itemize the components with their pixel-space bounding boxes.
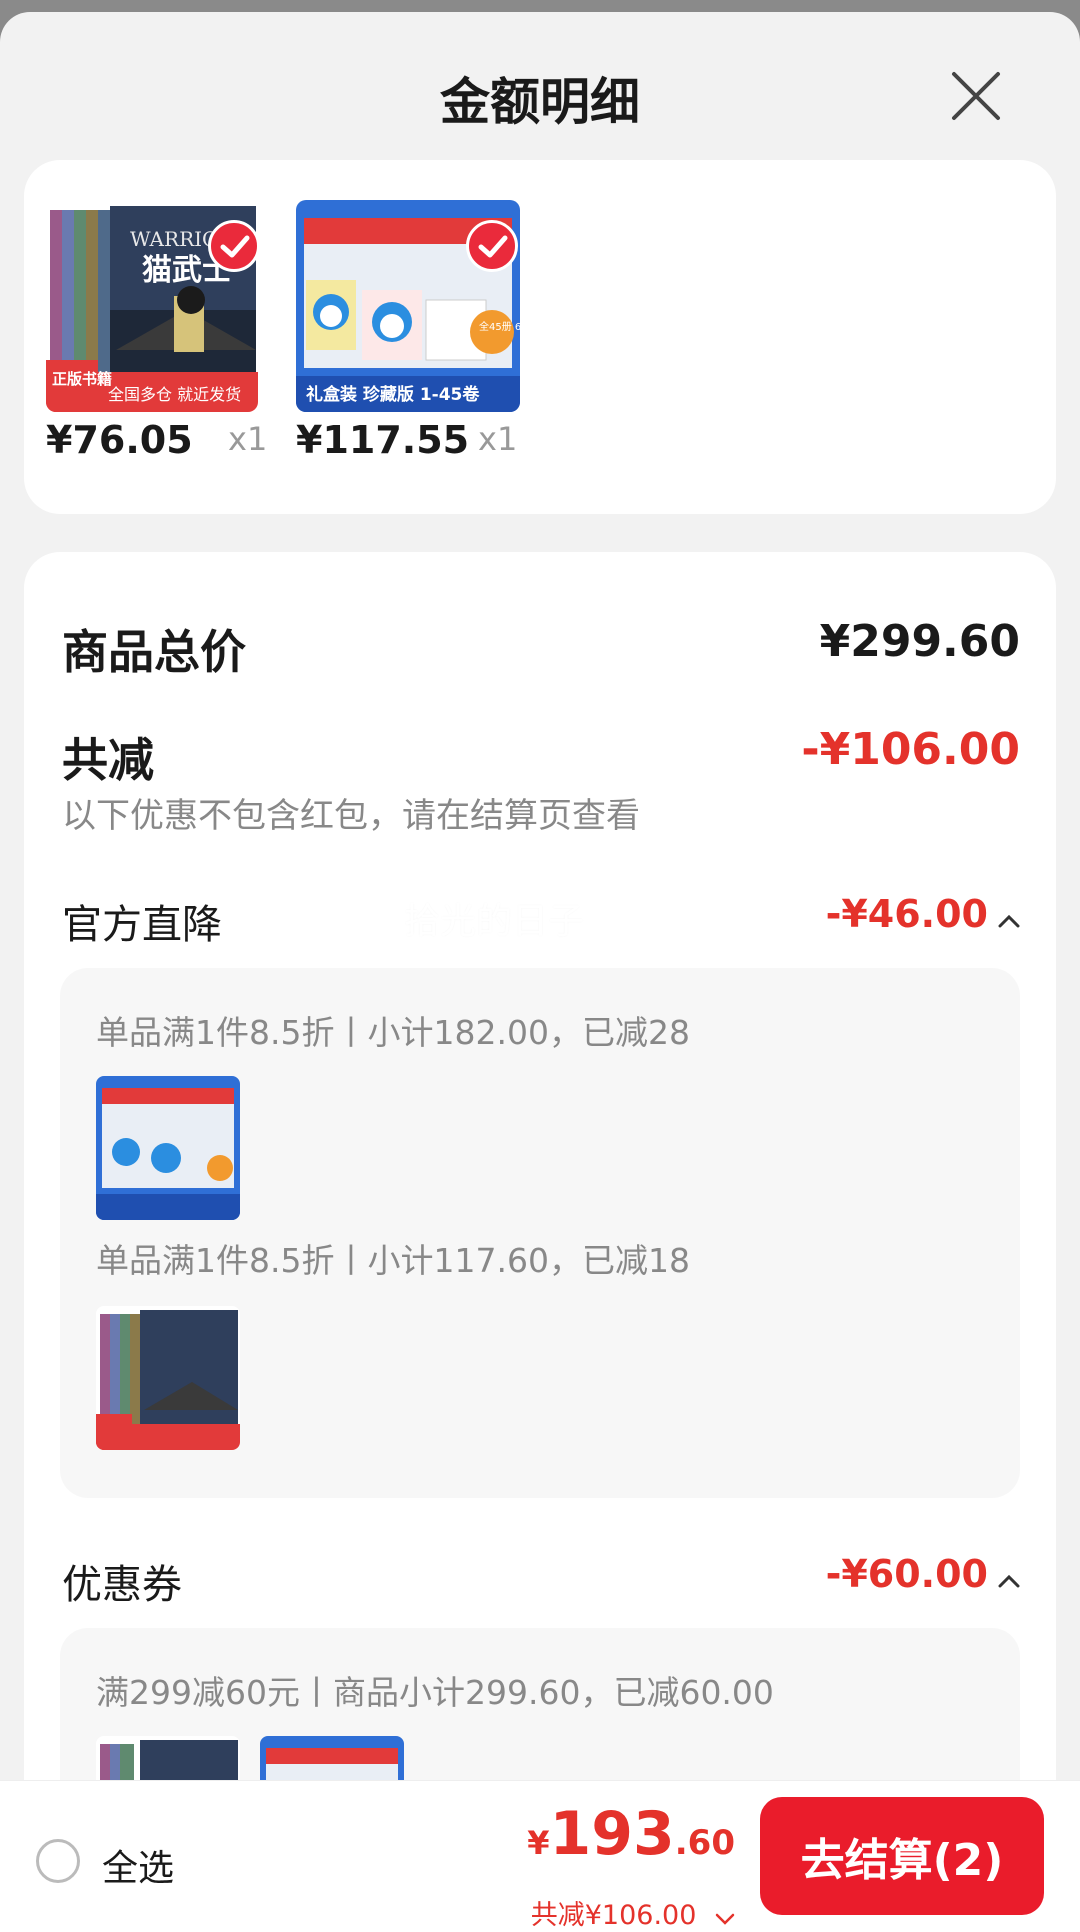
svg-text:全45册 64开本: 全45册 64开本 (479, 320, 520, 333)
official-discount-toggle[interactable]: -¥46.00 (826, 892, 1020, 936)
saved-amount: 共减¥106.00 (530, 1900, 697, 1931)
watermark-text: 拾光的日子 (404, 901, 585, 942)
promo-product-image-doraemon (96, 1076, 240, 1220)
select-all-label[interactable]: 全选 (102, 1839, 174, 1891)
selected-products-card: WARRIORS 猫武士 正版书籍 全国多仓 就近发货 ¥76.05 x1 全4… (24, 160, 1056, 514)
select-all-radio[interactable] (36, 1839, 80, 1883)
total-decimal: .60 (674, 1823, 735, 1863)
saved-summary-toggle[interactable]: 共减¥106.00 (531, 1893, 735, 1932)
svg-text:礼盒装 珍藏版 1-45卷: 礼盒装 珍藏版 1-45卷 (306, 384, 480, 405)
amount-detail-sheet: 金额明细 WARRIORS 猫武士 正版书籍 全国多仓 就近发货 ¥76.05 … (0, 12, 1080, 1932)
selected-check-icon[interactable] (208, 220, 260, 272)
promo-product-image-warriors (96, 1306, 240, 1450)
official-discount-value: -¥46.00 (825, 892, 988, 936)
product-price: ¥76.05 (46, 418, 193, 462)
checkout-bar: 全选 ¥193.60 共减¥106.00 去结算(2) (0, 1780, 1080, 1932)
chevron-up-icon (998, 913, 1020, 932)
discount-note: 以下优惠不包含红包，请在结算页查看 (62, 796, 640, 836)
product-quantity: x1 (478, 420, 518, 458)
close-icon[interactable] (948, 68, 1004, 124)
chevron-up-icon (998, 1573, 1020, 1592)
coupon-label: 优惠券 (62, 1562, 182, 1608)
svg-text:正版书籍: 正版书籍 (52, 370, 112, 388)
svg-text:全国多仓 就近发货: 全国多仓 就近发货 (108, 385, 241, 404)
product-price: ¥117.55 (296, 418, 470, 462)
discount-value: -¥106.00 (801, 724, 1020, 775)
checkout-button[interactable]: 去结算(2) (760, 1797, 1044, 1915)
currency-symbol: ¥ (527, 1824, 550, 1862)
total-price-label: 商品总价 (62, 625, 246, 679)
product-quantity: x1 (228, 420, 268, 458)
promo-text: 单品满1件8.5折丨小计182.00，已减28 (96, 1013, 690, 1052)
total-price-value: ¥299.60 (819, 616, 1020, 667)
sheet-header: 金额明细 (0, 12, 1080, 162)
promo-text: 满299减60元丨商品小计299.60，已减60.00 (96, 1673, 774, 1712)
selected-check-icon[interactable] (466, 220, 518, 272)
chevron-down-icon (715, 1901, 735, 1932)
payable-total: ¥193.60 (527, 1799, 735, 1869)
discount-label: 共减 (62, 733, 154, 787)
coupon-value: -¥60.00 (825, 1552, 988, 1596)
coupon-toggle[interactable]: -¥60.00 (826, 1552, 1020, 1596)
official-discount-label: 官方直降 (62, 902, 222, 948)
promo-text: 单品满1件8.5折丨小计117.60，已减18 (96, 1241, 690, 1280)
official-discount-detail: 单品满1件8.5折丨小计182.00，已减28 单品满1件8.5折丨小计117.… (60, 968, 1020, 1498)
price-detail-card: 商品总价 ¥299.60 共减 -¥106.00 以下优惠不包含红包，请在结算页… (24, 552, 1056, 1932)
total-integer: 193 (549, 1799, 675, 1869)
sheet-title: 金额明细 (440, 73, 640, 131)
